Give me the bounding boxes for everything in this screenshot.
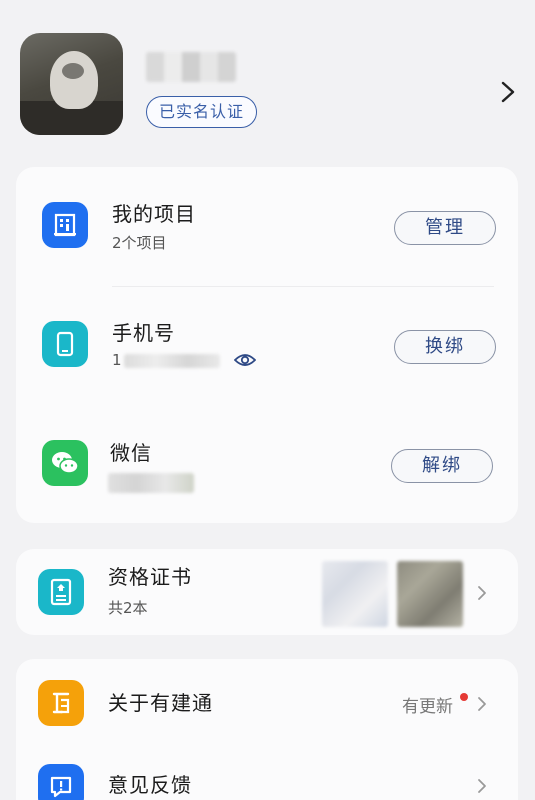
avatar[interactable]	[20, 33, 123, 135]
projects-row[interactable]: 我的项目 2个项目 管理	[16, 167, 518, 285]
certificate-thumbnail[interactable]	[322, 561, 388, 627]
settings-card: 关于有建通 有更新 意见反馈	[16, 659, 518, 800]
certificate-thumbnail[interactable]	[397, 561, 463, 627]
about-title: 关于有建通	[108, 691, 213, 715]
chevron-right-icon[interactable]	[497, 80, 519, 104]
phone-number-prefix: 1	[112, 351, 122, 369]
projects-count: 2个项目	[112, 234, 167, 252]
avatar-cat-face	[62, 63, 84, 79]
rebind-phone-button[interactable]: 换绑	[394, 330, 496, 364]
profile-header[interactable]: 已实名认证	[0, 0, 535, 160]
eye-icon[interactable]	[234, 352, 256, 368]
building-icon	[42, 202, 88, 248]
about-row[interactable]: 关于有建通 有更新	[16, 659, 518, 743]
certificates-title: 资格证书	[108, 565, 192, 589]
update-status: 有更新	[402, 697, 453, 717]
feedback-icon	[38, 764, 84, 800]
avatar-cat-image	[50, 51, 98, 109]
wechat-name-redacted	[108, 473, 194, 493]
wechat-row[interactable]: 微信 解绑	[16, 407, 518, 523]
feedback-title: 意见反馈	[108, 773, 192, 797]
about-icon	[38, 680, 84, 726]
feedback-row[interactable]: 意见反馈	[16, 743, 518, 800]
certificates-count: 共2本	[108, 599, 148, 617]
wechat-title: 微信	[110, 441, 152, 465]
projects-title: 我的项目	[112, 202, 196, 226]
certificates-card[interactable]: 资格证书 共2本	[16, 549, 518, 635]
phone-number-redacted	[124, 354, 220, 368]
chevron-right-icon	[478, 586, 486, 600]
phone-row[interactable]: 手机号 1 换绑	[16, 287, 518, 405]
phone-icon	[42, 321, 88, 367]
certificate-icon	[38, 569, 84, 615]
user-name-redacted	[146, 52, 236, 82]
wechat-icon	[42, 440, 88, 486]
update-badge-dot	[460, 693, 468, 701]
account-card: 我的项目 2个项目 管理 手机号 1 换绑 微信 解绑	[16, 167, 518, 523]
unbind-wechat-button[interactable]: 解绑	[391, 449, 493, 483]
manage-button[interactable]: 管理	[394, 211, 496, 245]
phone-title: 手机号	[112, 321, 175, 345]
verified-badge: 已实名认证	[146, 96, 258, 128]
chevron-right-icon	[478, 779, 486, 793]
chevron-right-icon	[478, 697, 486, 711]
